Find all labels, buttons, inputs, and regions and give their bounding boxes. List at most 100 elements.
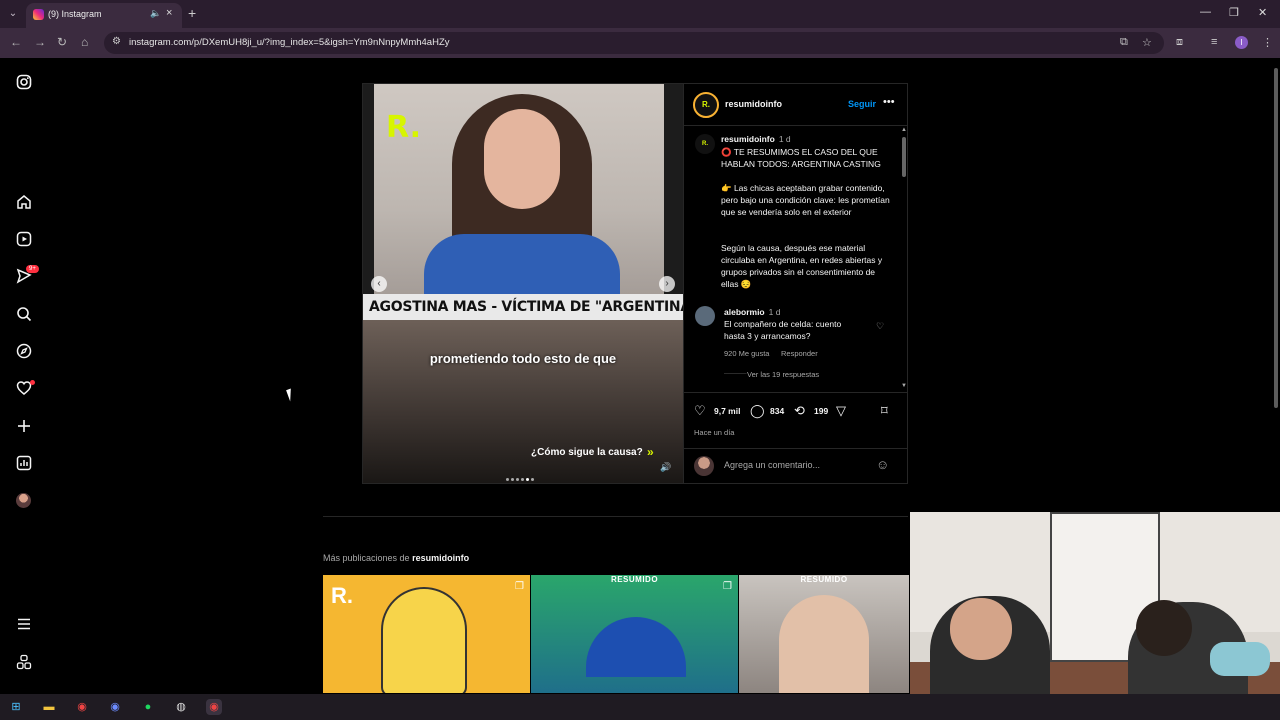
likes-count[interactable]: 9,7 mil [714,406,740,416]
obs-icon[interactable]: ◍ [173,699,189,715]
video-subtitle: prometiendo todo esto de que [429,351,617,366]
tab-search-chevron-icon[interactable]: ⌄ [4,5,22,23]
spotify-icon[interactable]: ● [140,699,156,715]
carousel-next-arrow[interactable]: › [659,276,675,292]
also-from-meta-icon[interactable] [16,654,32,670]
browser-tab[interactable]: (9) Instagram 🔈 × [26,3,182,28]
tab-close-icon[interactable]: × [166,7,172,19]
install-app-icon[interactable]: ⧉ [1120,36,1128,49]
commenter-avatar[interactable] [695,306,715,326]
author-avatar[interactable]: R. [693,92,719,118]
chrome-profile-icon[interactable]: ◉ [107,699,123,715]
window-close-icon[interactable]: ✕ [1258,6,1267,19]
comment-time: 1 d [768,307,781,317]
tile-label: RESUMIDO [610,575,659,584]
carousel-prev-arrow[interactable]: ‹ [371,276,387,292]
webcam-overlay [910,512,1280,720]
media-controls-icon[interactable]: ≡ [1211,36,1217,48]
notifications-badge: 9+ [26,265,39,273]
restore-icon[interactable]: ❐ [1229,6,1239,19]
mouse-cursor [286,388,295,402]
follow-button[interactable]: Seguir [848,99,876,109]
search-nav-icon[interactable] [16,306,32,322]
notification-dot [30,380,35,385]
carousel-dot [511,478,514,481]
add-comment-bar: Agrega un comentario... ☺ [684,448,908,483]
extensions-icon[interactable]: ⧈ [1176,36,1183,49]
comment-reply-button[interactable]: Responder [781,349,818,358]
double-chevron-icon: » [647,445,654,459]
post-actions: ♡ 9,7 mil ◯ 834 ⟲ 199 ▽ ⌑ Hace un día [684,392,908,450]
url-text: instagram.com/p/DXemUH8ji_u/?img_index=5… [129,37,450,48]
explore-nav-icon[interactable] [16,343,32,359]
instagram-logo-icon[interactable] [16,74,32,90]
minimize-icon[interactable]: — [1200,6,1211,18]
comments-count: 834 [770,406,785,416]
home-nav-icon[interactable] [16,194,32,210]
lower-third-banner: AGOSTINA MAS - VÍCTIMA DE "ARGENTINA CAS… [363,294,683,320]
windows-taskbar: ⊞ ▬ ◉ ◉ ● ◍ ◉ [0,694,1280,720]
more-post-tile[interactable]: R. ❐ [323,575,530,693]
more-posts-heading: Más publicaciones de resumidoinfo [323,553,469,563]
chrome-icon[interactable]: ◉ [74,699,90,715]
comment-like-icon[interactable]: ♡ [876,321,884,332]
chrome-active-icon[interactable]: ◉ [206,699,222,715]
emoji-icon[interactable]: ☺ [876,457,889,472]
instagram-sidebar [0,58,48,690]
save-bookmark-icon[interactable]: ⌑ [881,403,888,419]
caption-avatar[interactable]: R. [695,134,715,154]
repost-icon[interactable]: ⟲ [794,403,805,419]
browser-profile-avatar[interactable]: I [1235,36,1248,49]
post-media[interactable]: R. AGOSTINA MAS - VÍCTIMA DE "ARGENTINA … [363,84,683,483]
back-icon[interactable]: ← [10,35,22,49]
new-tab-icon[interactable]: + [188,5,196,21]
bookmark-star-icon[interactable]: ☆ [1142,36,1152,49]
reposts-count: 199 [814,406,829,416]
like-heart-icon[interactable]: ♡ [694,403,706,419]
more-menu-icon[interactable] [16,616,32,632]
tab-title: (9) Instagram [48,9,102,19]
share-icon[interactable]: ▽ [836,403,846,419]
comments-scrollbar[interactable]: ▲ ▼ [901,127,907,391]
home-icon[interactable]: ⌂ [81,35,88,49]
browser-menu-icon[interactable]: ⋮ [1262,36,1273,49]
caption-username[interactable]: resumidoinfo [721,134,775,144]
post-sidebar: R. resumidoinfo Seguir ••• R. resumidoin… [683,84,908,483]
comments-list: R. resumidoinfo 1 d ⭕ TE RESUMIMOS EL CAS… [684,127,900,391]
tile-logo: R. [331,583,353,608]
carousel-post-icon: ❐ [723,581,732,592]
more-posts-username[interactable]: resumidoinfo [412,553,469,563]
file-explorer-icon[interactable]: ▬ [41,699,57,715]
comment-likes[interactable]: 920 Me gusta [724,349,769,358]
comment-username[interactable]: alebormio [724,307,765,317]
section-divider [323,516,908,517]
instagram-favicon-icon [33,9,44,20]
comment-bubble-icon[interactable]: ◯ [750,403,765,419]
reels-nav-icon[interactable] [16,231,32,247]
comment-text: El compañero de celda: cuento hasta 3 y … [724,319,842,341]
reload-icon[interactable]: ↻ [57,35,67,49]
caption-para3: Según la causa, después ese material cir… [721,243,883,289]
view-replies-button[interactable]: Ver las 19 respuestas [747,370,819,379]
more-post-tile[interactable]: RESUMIDO [739,575,909,693]
forward-icon[interactable]: → [34,35,46,49]
volume-icon[interactable]: 🔊 [660,462,671,473]
caption-header: resumidoinfo 1 d [721,134,791,144]
current-user-avatar [694,456,714,476]
add-comment-input[interactable]: Agrega un comentario... [724,460,820,470]
page-scrollbar[interactable] [1272,58,1280,512]
address-bar[interactable]: ⚙ instagram.com/p/DXemUH8ji_u/?img_index… [104,32,1164,54]
post-time-ago: Hace un día [694,428,735,437]
video-cta-text: ¿Cómo sigue la causa? [531,447,643,458]
more-post-tile[interactable]: RESUMIDO ❐ [531,575,738,693]
tile-label: RESUMIDO [800,575,848,584]
browser-toolbar: ← → ↻ ⌂ ⚙ instagram.com/p/DXemUH8ji_u/?i… [0,28,1280,58]
create-plus-icon[interactable] [16,418,32,434]
author-username[interactable]: resumidoinfo [725,99,782,109]
tab-audio-icon[interactable]: 🔈 [150,8,161,19]
profile-avatar[interactable] [16,493,31,508]
site-info-icon[interactable]: ⚙ [112,36,121,47]
windows-start-icon[interactable]: ⊞ [8,699,24,715]
dashboard-stats-icon[interactable] [16,455,32,471]
more-options-icon[interactable]: ••• [883,96,895,108]
